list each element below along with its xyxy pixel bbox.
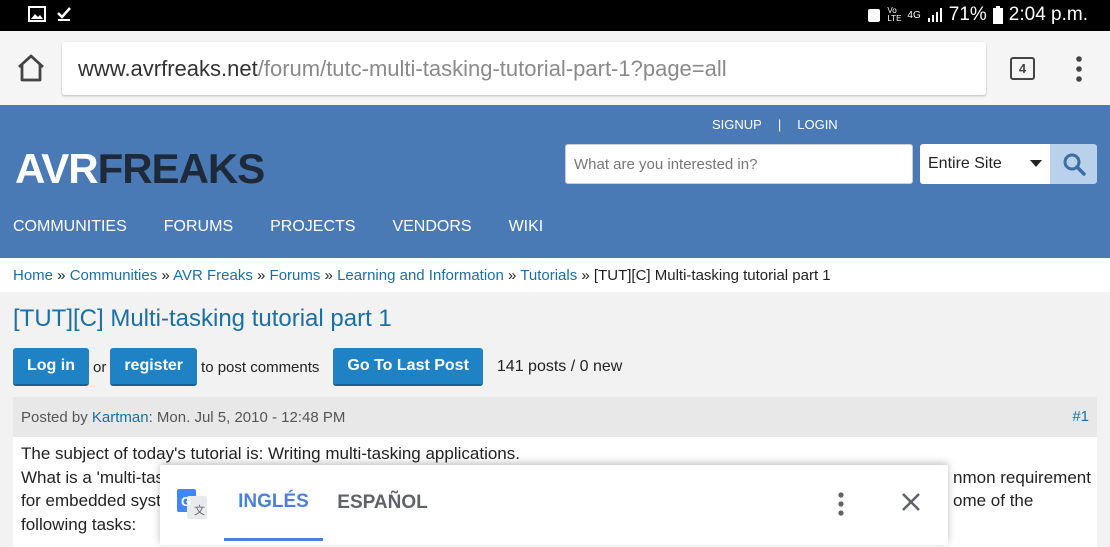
breadcrumb-sep: » xyxy=(320,267,338,284)
more-vert-icon[interactable] xyxy=(836,490,846,518)
register-button[interactable]: register xyxy=(110,348,198,386)
svg-text:文: 文 xyxy=(194,503,205,517)
post-line-3-end: ome of the xyxy=(953,491,1034,510)
post-line-3-start: for embedded syst xyxy=(21,491,161,510)
site-header: SIGNUP | LOGIN AVRFREAKS Entire Site COM… xyxy=(0,105,1110,258)
search-scope-value: Entire Site xyxy=(928,155,1002,172)
clock: 2:04 p.m. xyxy=(1008,4,1088,25)
logo-avr: AVR xyxy=(15,145,99,192)
post-line-1: The subject of today's tutorial is: Writ… xyxy=(21,444,520,463)
nav-wiki[interactable]: WIKI xyxy=(509,218,544,236)
search-scope-select[interactable]: Entire Site xyxy=(920,144,1050,184)
post-date: : Mon. Jul 5, 2010 - 12:48 PM xyxy=(148,408,346,426)
search-icon xyxy=(1063,153,1086,176)
main-nav: COMMUNITIES FORUMS PROJECTS VENDORS WIKI xyxy=(13,218,580,236)
google-translate-icon: G 文 xyxy=(177,489,207,519)
tab-switcher-button[interactable]: 4 xyxy=(1010,57,1035,80)
post-count: 141 posts / 0 new xyxy=(496,358,623,375)
browser-toolbar: www.avrfreaks.net/forum/tutc-multi-taski… xyxy=(0,31,1110,105)
breadcrumb-sep: » xyxy=(252,267,270,284)
login-button[interactable]: Log in xyxy=(13,348,89,386)
check-icon xyxy=(57,7,71,21)
alarm-icon xyxy=(868,9,881,22)
topic-actions: Log in or register to post comments Go T… xyxy=(13,348,622,386)
breadcrumb-home[interactable]: Home xyxy=(13,267,53,284)
post-line-2-start: What is a 'multi-tas xyxy=(21,467,165,487)
login-link[interactable]: LOGIN xyxy=(797,117,837,132)
translate-tab-source[interactable]: INGLÉS xyxy=(224,465,323,541)
translate-bar: G 文 INGLÉS ESPAÑOL xyxy=(160,465,948,545)
page-title: [TUT][C] Multi-tasking tutorial part 1 xyxy=(13,305,392,332)
gallery-icon xyxy=(28,6,46,22)
breadcrumb-communities[interactable]: Communities xyxy=(70,267,158,284)
network-4g-icon: 4G xyxy=(907,9,921,21)
author-link[interactable]: Kartman xyxy=(92,409,149,426)
breadcrumb-current: [TUT][C] Multi-tasking tutorial part 1 xyxy=(593,267,831,284)
nav-forums[interactable]: FORUMS xyxy=(164,218,233,236)
url-path: /forum/tutc-multi-tasking-tutorial-part-… xyxy=(257,55,727,81)
nav-vendors[interactable]: VENDORS xyxy=(392,218,471,236)
auth-links: SIGNUP | LOGIN xyxy=(712,117,838,132)
nav-projects[interactable]: PROJECTS xyxy=(270,218,355,236)
post-header: Posted by Kartman: Mon. Jul 5, 2010 - 12… xyxy=(13,397,1097,437)
search-button[interactable] xyxy=(1050,144,1097,184)
post-line-2-end: nmon requirement xyxy=(953,467,1091,487)
signal-icon xyxy=(927,8,942,22)
dropdown-arrow-icon xyxy=(1030,160,1042,167)
breadcrumb-tutorials[interactable]: Tutorials xyxy=(520,267,577,284)
site-search-input[interactable] xyxy=(565,144,913,184)
logo-freaks: FREAKS xyxy=(97,145,266,192)
more-vert-icon[interactable] xyxy=(1070,55,1088,83)
translate-tab-target[interactable]: ESPAÑOL xyxy=(330,465,435,541)
breadcrumb-learning[interactable]: Learning and Information xyxy=(337,267,504,284)
breadcrumb-forums[interactable]: Forums xyxy=(270,267,321,284)
breadcrumb-sep: » xyxy=(503,267,521,284)
post-comments-text: to post comments xyxy=(201,358,320,376)
home-icon[interactable] xyxy=(16,51,46,85)
auth-separator: | xyxy=(777,117,782,132)
breadcrumb-avr-freaks[interactable]: AVR Freaks xyxy=(173,267,253,284)
signup-link[interactable]: SIGNUP xyxy=(712,117,762,132)
go-to-last-post-button[interactable]: Go To Last Post xyxy=(333,348,483,386)
volte-icon: Vo LTE xyxy=(887,6,902,23)
url-bar[interactable]: www.avrfreaks.net/forum/tutc-multi-taski… xyxy=(62,42,986,95)
battery-icon xyxy=(992,6,1003,24)
posted-by-label: Posted by xyxy=(21,408,88,426)
breadcrumb-sep: » xyxy=(53,267,70,284)
url-host: www.avrfreaks.net xyxy=(78,55,258,81)
breadcrumb-sep: » xyxy=(577,267,594,284)
breadcrumb: Home » Communities » AVR Freaks » Forums… xyxy=(0,258,1110,292)
nav-communities[interactable]: COMMUNITIES xyxy=(13,218,127,236)
site-logo[interactable]: AVRFREAKS xyxy=(15,145,266,193)
or-text: or xyxy=(92,358,107,376)
svg-text:G: G xyxy=(181,494,191,509)
post-permalink[interactable]: #1 xyxy=(1072,408,1089,425)
battery-percent: 71% xyxy=(948,4,987,25)
breadcrumb-sep: » xyxy=(157,267,174,284)
status-bar: Vo LTE 4G 71% 2:04 p.m. xyxy=(0,0,1110,31)
close-icon[interactable] xyxy=(900,491,922,513)
